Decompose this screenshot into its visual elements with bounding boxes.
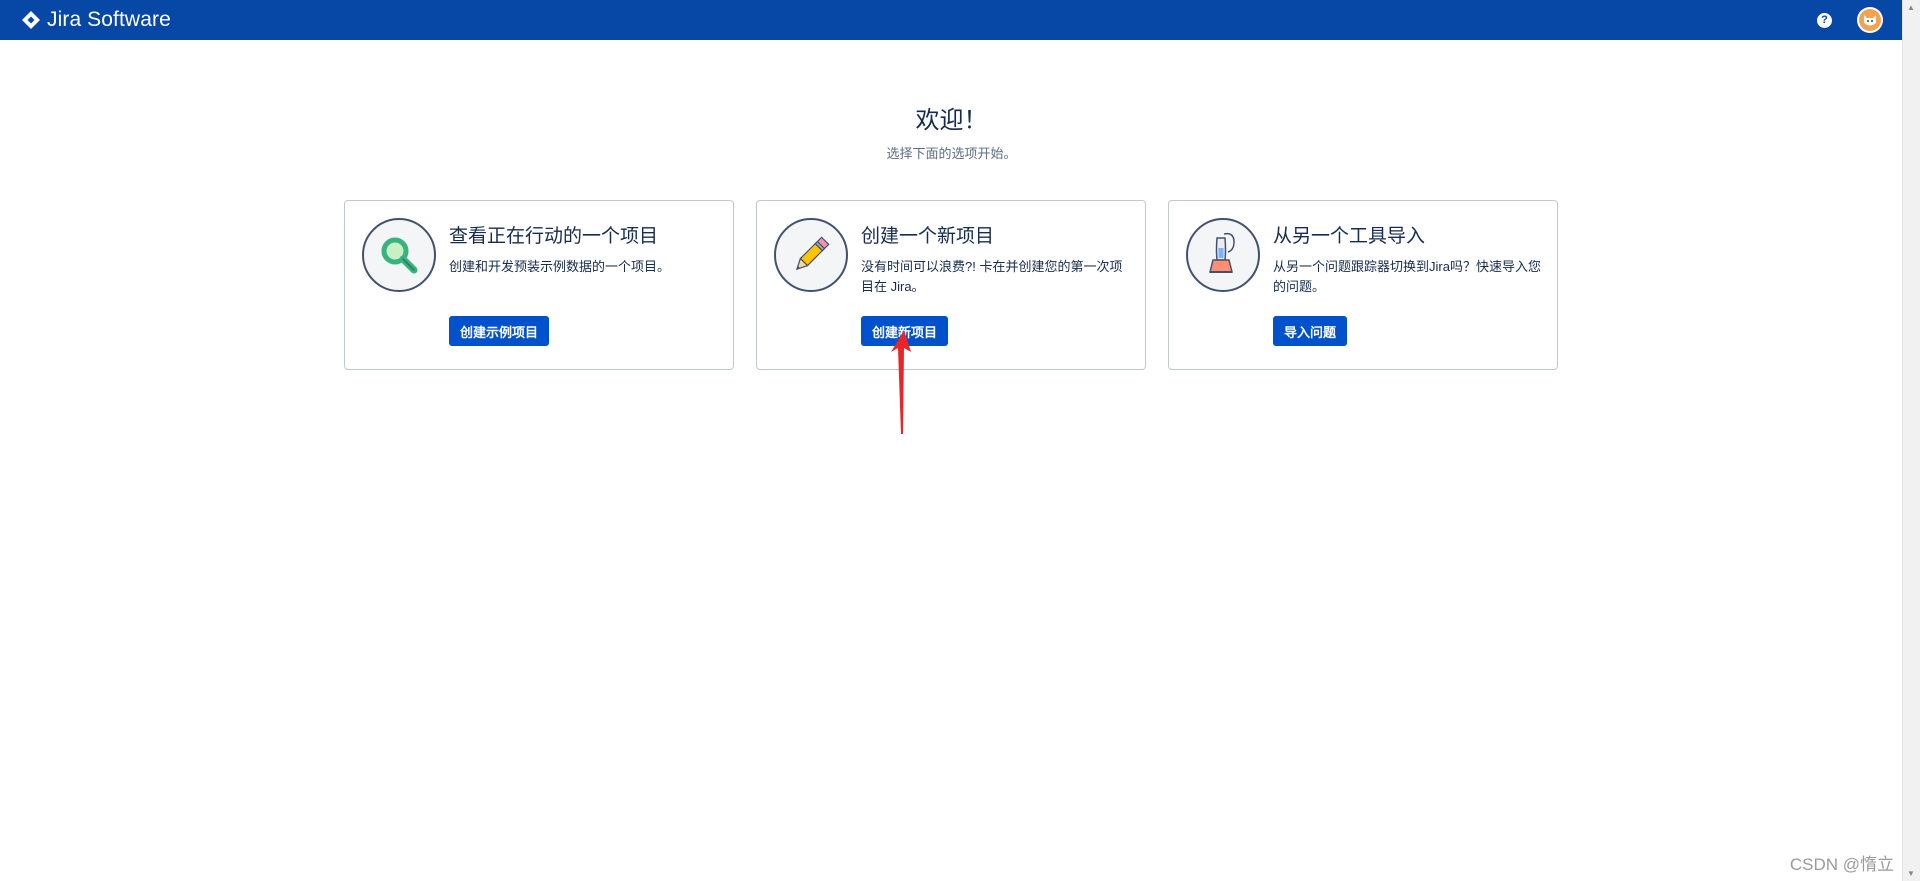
magnifier-icon <box>362 218 436 292</box>
scroll-up-arrow-icon[interactable]: ▲ <box>1907 3 1915 12</box>
top-navigation-bar: Jira Software ? <box>0 0 1903 40</box>
import-issues-button[interactable]: 导入问题 <box>1273 316 1348 346</box>
scroll-down-arrow-icon[interactable]: ▼ <box>1907 869 1915 878</box>
card-description: 创建和开发预装示例数据的一个项目。 <box>449 259 671 274</box>
create-sample-project-button[interactable]: 创建示例项目 <box>449 316 550 346</box>
pencil-icon <box>774 218 848 292</box>
help-icon[interactable]: ? <box>1817 12 1832 28</box>
card-description: 从另一个问题跟踪器切换到Jira吗？快速导入您的问题。 <box>1273 259 1541 294</box>
card-title: 创建一个新项目 <box>861 226 995 247</box>
watermark: CSDN @惰立 <box>1789 855 1894 874</box>
jira-diamond-icon <box>22 11 40 29</box>
card-title: 从另一个工具导入 <box>1273 226 1426 247</box>
card-title: 查看正在行动的一个项目 <box>449 226 659 247</box>
vertical-scrollbar[interactable]: ▲ ▼ <box>1902 0 1920 881</box>
import-card: 从另一个工具导入 从另一个问题跟踪器切换到Jira吗？快速导入您的问题。 导入问… <box>1168 200 1558 370</box>
new-project-card: 创建一个新项目 没有时间可以浪费?! 卡在并创建您的第一次项目在 Jira。 创… <box>756 200 1146 370</box>
vacuum-icon <box>1186 218 1260 292</box>
app-name: Jira Software <box>47 8 171 31</box>
avatar-icon <box>1859 9 1881 31</box>
user-avatar[interactable] <box>1857 7 1883 33</box>
jira-logo[interactable]: Jira Software <box>21 8 171 32</box>
page-subtitle: 选择下面的选项开始。 <box>886 146 1017 161</box>
card-description: 没有时间可以浪费?! 卡在并创建您的第一次项目在 Jira。 <box>861 259 1123 294</box>
sample-project-card: 查看正在行动的一个项目 创建和开发预装示例数据的一个项目。 创建示例项目 <box>344 200 734 370</box>
page-title: 欢迎！ <box>915 107 988 134</box>
create-new-project-button[interactable]: 创建新项目 <box>861 316 949 346</box>
